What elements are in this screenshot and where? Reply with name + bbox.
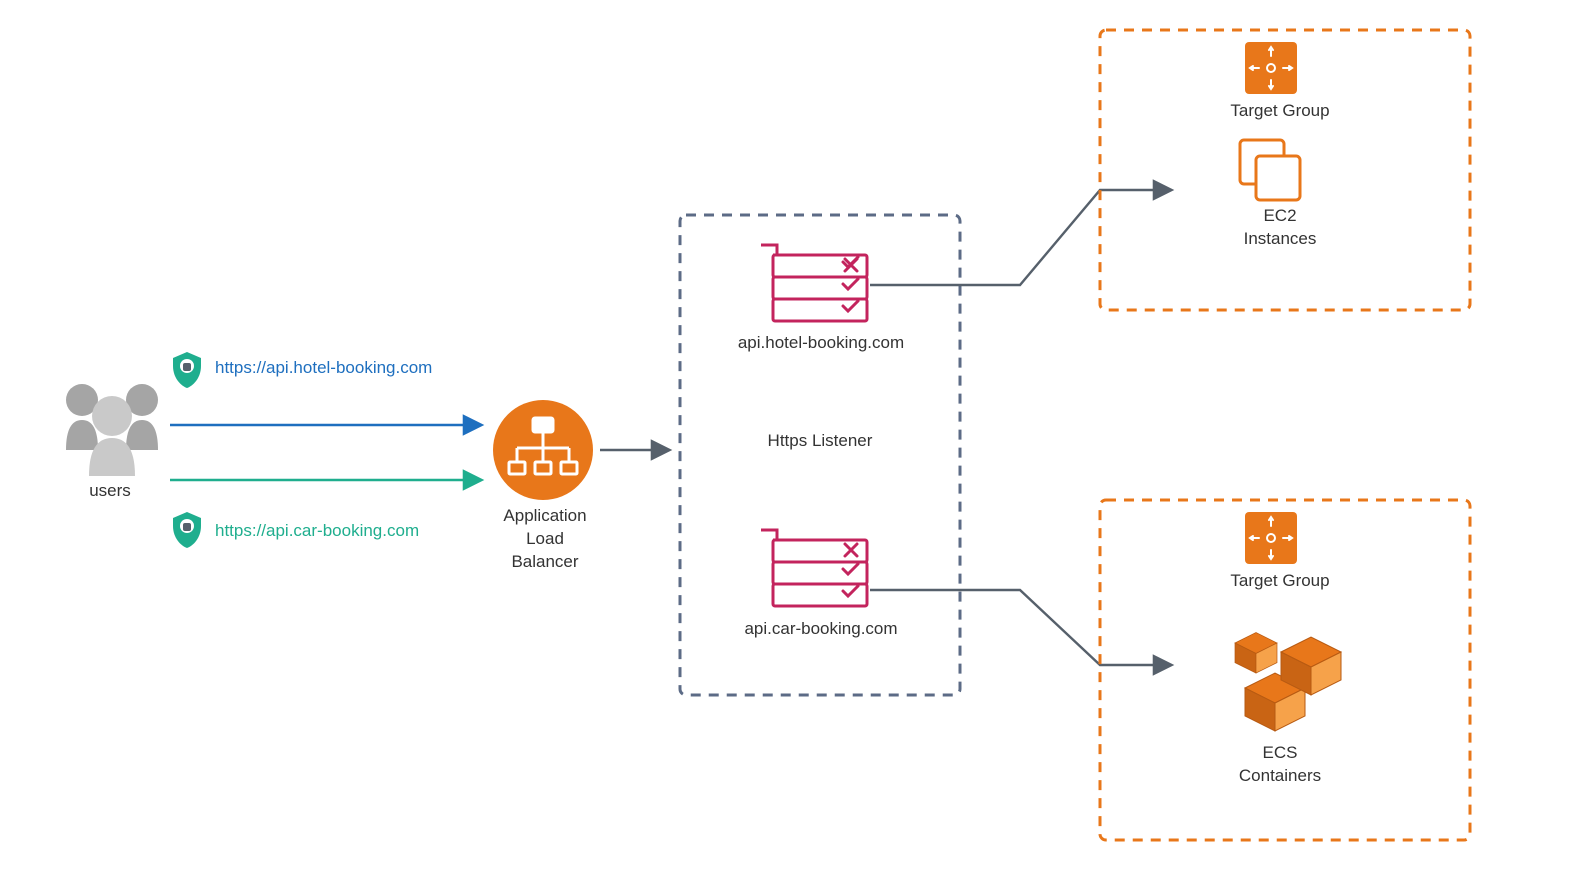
target-group-top-badge-icon <box>1245 42 1297 94</box>
target-group-bottom-box <box>1100 500 1470 840</box>
tg-top-resource-line1: EC2 <box>1263 206 1296 225</box>
alb-label-line1: Application <box>503 506 586 525</box>
target-group-bottom-title: Target Group <box>1200 570 1360 593</box>
users-icon <box>66 384 158 476</box>
users-label: users <box>60 480 160 503</box>
ec2-instances-icon <box>1240 140 1300 200</box>
target-group-top-box <box>1100 30 1470 310</box>
request-url-bottom: https://api.car-booking.com <box>215 520 419 543</box>
tg-bottom-resource-line1: ECS <box>1263 743 1298 762</box>
listener-title: Https Listener <box>700 430 940 453</box>
alb-label-line3: Balancer <box>511 552 578 571</box>
secure-shield-bottom-icon <box>173 512 201 548</box>
listener-rule-bottom-icon <box>761 530 867 606</box>
request-url-top: https://api.hotel-booking.com <box>215 357 432 380</box>
listener-rule-bottom-label: api.car-booking.com <box>726 618 916 641</box>
secure-shield-top-icon <box>173 352 201 388</box>
target-group-bottom-badge-icon <box>1245 512 1297 564</box>
alb-label-line2: Load <box>526 529 564 548</box>
ecs-containers-icon <box>1235 633 1341 732</box>
listener-rule-top-icon <box>761 245 867 321</box>
arrow-listener-tg-top <box>870 190 1170 285</box>
target-group-top-title: Target Group <box>1200 100 1360 123</box>
tg-bottom-resource-line2: Containers <box>1239 766 1321 785</box>
alb-icon <box>493 400 593 500</box>
tg-top-resource-line2: Instances <box>1244 229 1317 248</box>
listener-rule-top-label: api.hotel-booking.com <box>726 332 916 355</box>
